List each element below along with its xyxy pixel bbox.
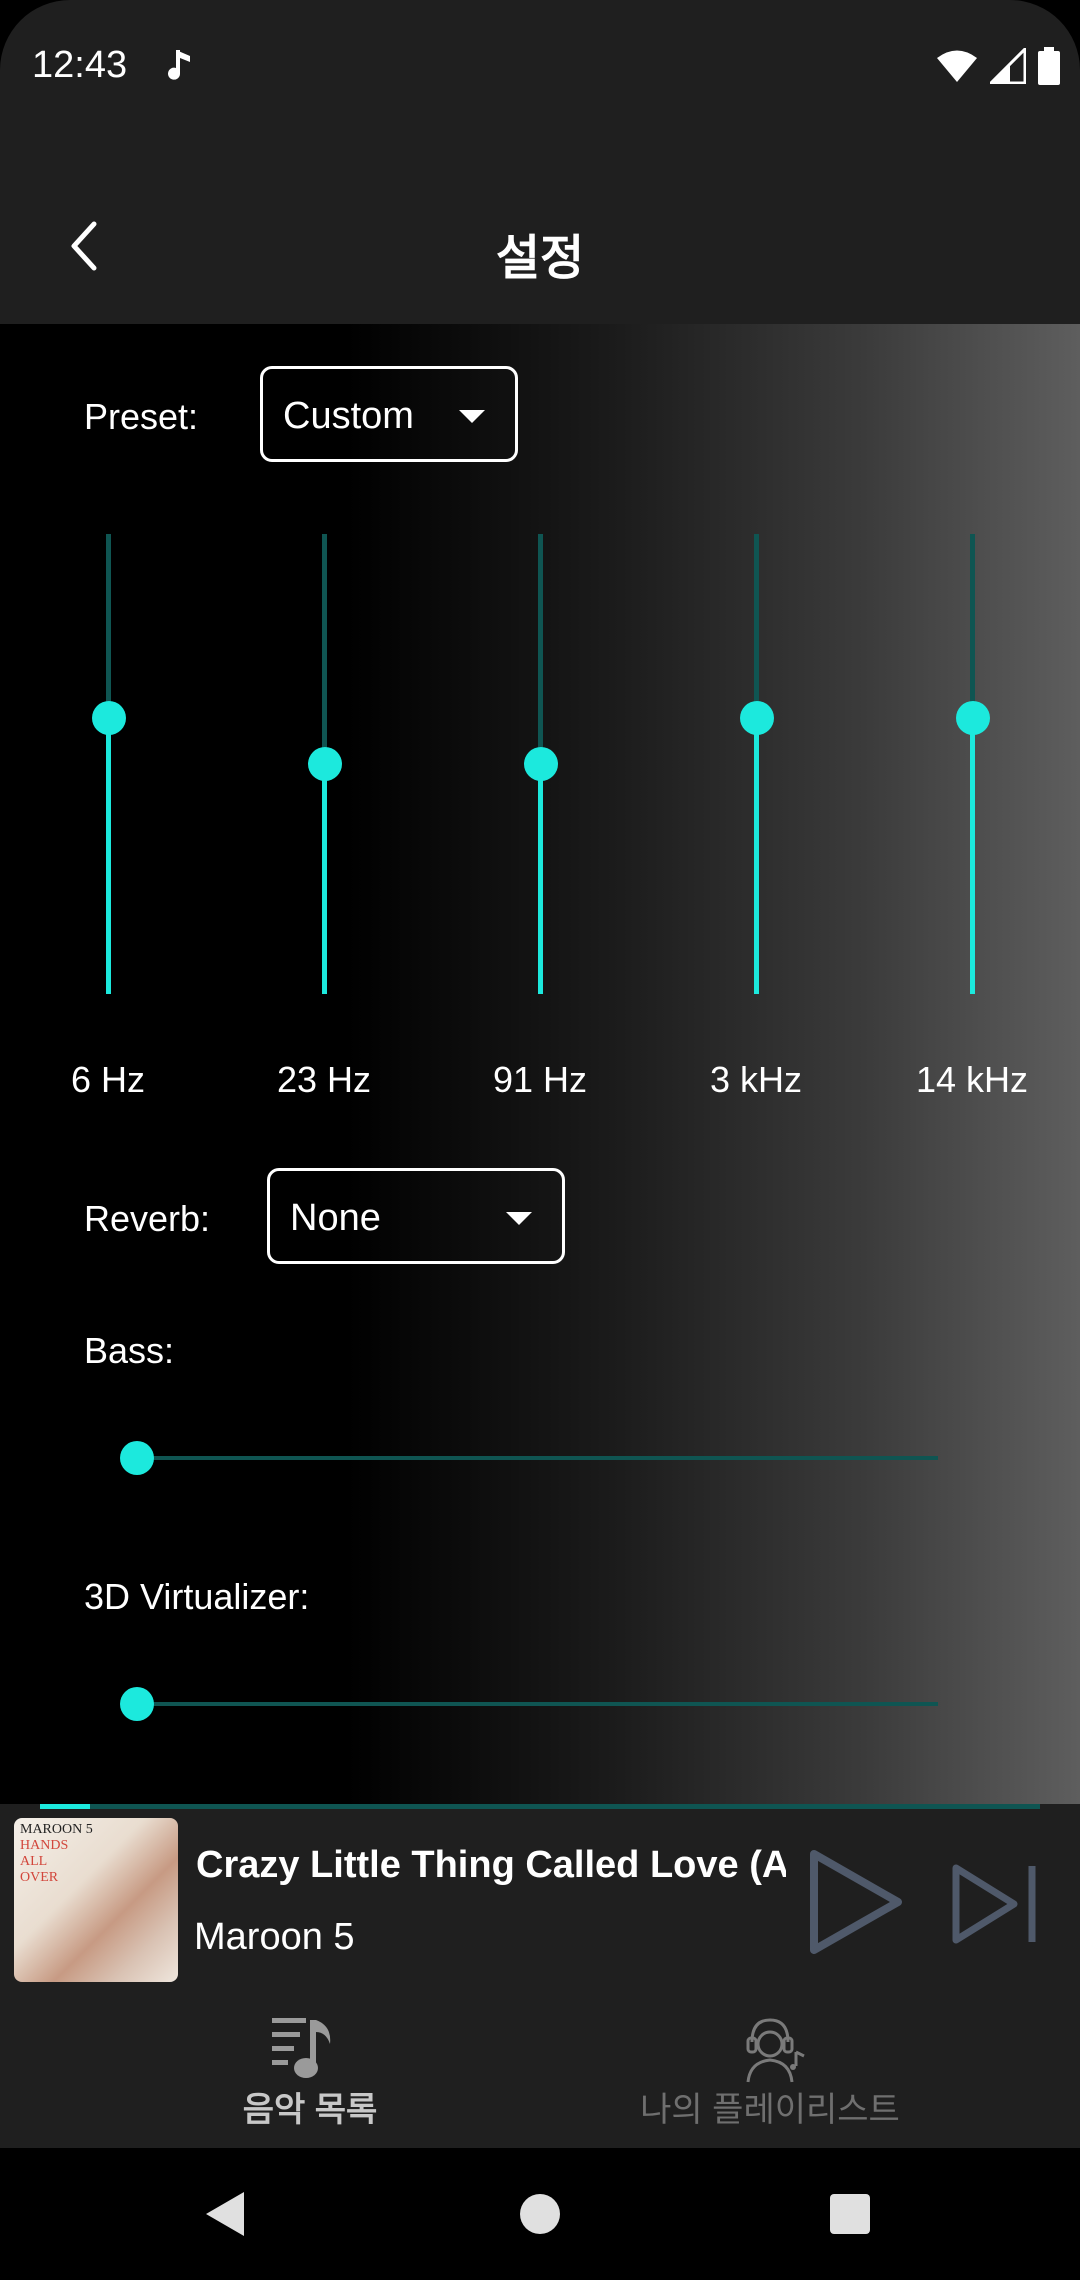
eq-band-thumb[interactable] — [308, 747, 342, 781]
chevron-down-icon — [459, 410, 485, 423]
bass-slider-thumb[interactable] — [120, 1441, 154, 1475]
bass-slider-track — [138, 1456, 938, 1460]
system-recents-icon[interactable] — [820, 2184, 880, 2244]
status-bar: 12:43 — [0, 0, 1080, 140]
tab-music-list-label: 음악 목록 — [242, 2091, 378, 2129]
reverb-dropdown[interactable]: None — [267, 1168, 565, 1264]
page-title: 설정 — [495, 232, 585, 285]
eq-band-slider[interactable] — [932, 534, 1012, 1004]
battery-icon — [1038, 47, 1060, 85]
virtualizer-slider-track — [138, 1702, 938, 1706]
track-artist[interactable]: Maroon 5 — [194, 1916, 355, 1959]
eq-band-thumb[interactable] — [740, 701, 774, 735]
virtualizer-label: 3D Virtualizer: — [84, 1576, 310, 1617]
mini-player[interactable]: MAROON 5 HANDS ALL OVER Crazy Little Thi… — [0, 1804, 1080, 1994]
eq-band-label: 6 Hz — [70, 1059, 146, 1100]
wifi-icon — [937, 50, 977, 82]
album-art-band: MAROON 5 — [20, 1822, 93, 1837]
album-art-title-line: ALL — [20, 1854, 48, 1869]
signal-icon — [990, 48, 1026, 84]
system-home-icon[interactable] — [510, 2184, 570, 2244]
system-back-icon[interactable] — [196, 2184, 256, 2244]
status-time: 12:43 — [32, 44, 128, 86]
eq-band-thumb[interactable] — [92, 701, 126, 735]
eq-band-slider[interactable] — [500, 534, 580, 1004]
eq-band-fill — [970, 718, 975, 994]
eq-band-fill — [538, 764, 543, 994]
eq-band-thumb[interactable] — [524, 747, 558, 781]
tab-music-list[interactable]: 음악 목록 — [0, 1994, 540, 2148]
system-navigation-bar — [0, 2148, 1080, 2280]
status-icons — [936, 46, 1060, 86]
album-art[interactable]: MAROON 5 HANDS ALL OVER — [14, 1818, 178, 1982]
reverb-value: None — [290, 1197, 381, 1239]
preset-value: Custom — [283, 395, 414, 437]
equalizer-panel: Preset: Custom 6 Hz 23 Hz 91 Hz 3 kHz 14 kHz… — [0, 324, 1080, 1804]
phone-screen: 12:43 설정 Preset: Custom 6 Hz 23 Hz 91 Hz… — [0, 0, 1080, 2280]
eq-band-label: 3 kHz — [709, 1059, 803, 1100]
bass-slider[interactable] — [120, 1438, 950, 1478]
track-title[interactable]: Crazy Little Thing Called Love (A.. — [196, 1844, 786, 1887]
eq-band-slider[interactable] — [716, 534, 796, 1004]
preset-dropdown[interactable]: Custom — [260, 366, 518, 462]
bass-label: Bass: — [84, 1330, 175, 1371]
eq-band-fill — [106, 718, 111, 994]
eq-band-slider[interactable] — [68, 534, 148, 1004]
eq-band-slider[interactable] — [284, 534, 364, 1004]
eq-band-fill — [754, 718, 759, 994]
eq-band-label: 14 kHz — [915, 1059, 1029, 1100]
play-icon[interactable] — [806, 1848, 906, 1956]
tab-my-playlist-label: 나의 플레이리스트 — [640, 2091, 900, 2129]
playback-progress-track[interactable] — [40, 1804, 1040, 1809]
eq-band-label: 23 Hz — [276, 1059, 372, 1100]
eq-band-thumb[interactable] — [956, 701, 990, 735]
app-bar: 설정 — [0, 140, 1080, 324]
music-note-icon — [168, 50, 190, 80]
album-art-title-line: OVER — [20, 1870, 59, 1885]
skip-next-icon[interactable] — [950, 1862, 1040, 1946]
album-art-title-line: HANDS — [20, 1838, 69, 1853]
eq-band-label: 91 Hz — [492, 1059, 588, 1100]
reverb-label: Reverb: — [84, 1198, 211, 1239]
headphones-user-icon — [746, 2018, 805, 2083]
chevron-down-icon — [506, 1212, 532, 1225]
music-list-icon — [272, 2018, 331, 2078]
playback-progress-fill — [40, 1804, 90, 1809]
tab-my-playlist[interactable]: 나의 플레이리스트 — [540, 1994, 1080, 2148]
preset-label: Preset: — [84, 396, 199, 437]
eq-band-fill — [322, 764, 327, 994]
virtualizer-slider[interactable] — [120, 1684, 950, 1724]
bottom-navigation: 음악 목록 나의 플레이리스트 — [0, 1994, 1080, 2148]
virtualizer-slider-thumb[interactable] — [120, 1687, 154, 1721]
